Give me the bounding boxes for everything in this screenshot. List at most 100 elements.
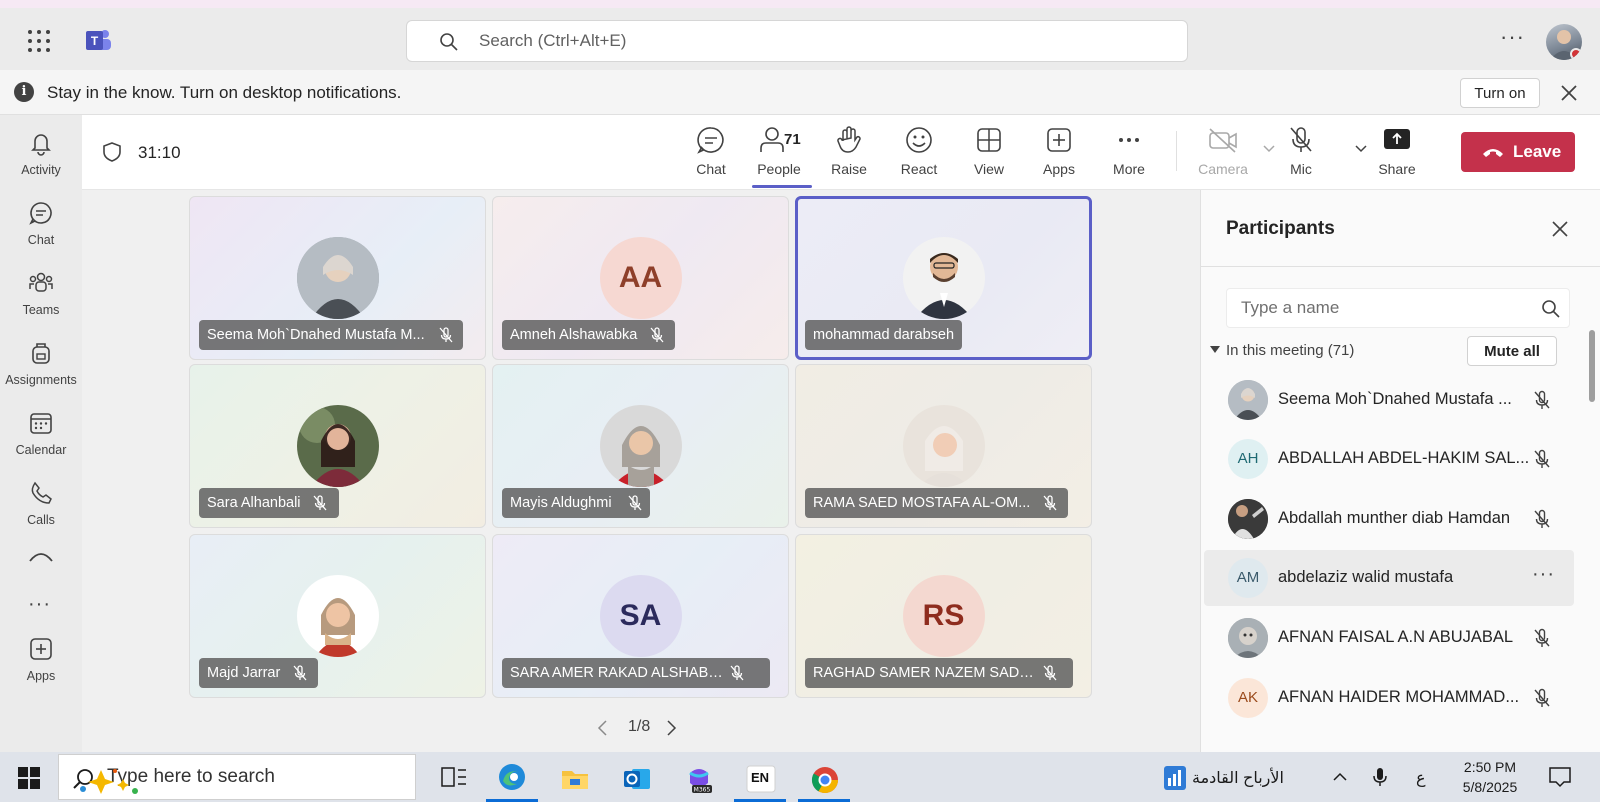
rail-item-assignments[interactable]: Assignments <box>0 331 82 393</box>
app-launcher-icon[interactable] <box>28 30 50 52</box>
participant-list-item[interactable]: Abdallah munther diab Hamdan <box>1204 491 1574 547</box>
participant-list-item[interactable]: AM abdelaziz walid mustafa ··· <box>1204 550 1574 606</box>
participant-photo-icon <box>296 405 379 487</box>
participant-tile[interactable]: Sara Alhanbali <box>189 364 486 528</box>
shield-icon[interactable] <box>102 141 122 163</box>
people-count-badge: 71 <box>784 131 801 148</box>
rail-item-teams[interactable]: Teams <box>0 261 82 323</box>
participant-search-input[interactable] <box>1241 289 1521 327</box>
participant-tile[interactable]: SA SARA AMER RAKAD ALSHABEEB <box>492 534 789 698</box>
participant-tile[interactable]: Seema Moh`Dnahed Mustafa M... <box>189 196 486 360</box>
close-icon[interactable] <box>1551 220 1569 238</box>
apps-button[interactable]: Apps <box>1024 125 1094 187</box>
raise-label: Raise <box>831 161 867 177</box>
file-explorer-icon[interactable] <box>548 757 600 797</box>
view-button[interactable]: View <box>954 125 1024 187</box>
participant-name: AFNAN FAISAL A.N ABUJABAL <box>1278 628 1514 646</box>
mic-off-icon <box>650 327 664 343</box>
mute-all-button[interactable]: Mute all <box>1467 336 1557 366</box>
mic-off-icon <box>439 327 453 343</box>
camera-button[interactable]: Camera <box>1188 125 1258 187</box>
participant-photo-icon <box>1228 499 1268 539</box>
backpack-icon <box>32 343 50 364</box>
hand-icon <box>837 126 861 153</box>
windows-taskbar: M365 EN الأرباح القادمة ع 2:50 PM 5/8/20… <box>0 752 1600 802</box>
participant-search[interactable] <box>1226 288 1570 328</box>
participant-tile[interactable]: RAMA SAED MOSTAFA AL-OM... <box>795 364 1092 528</box>
search-input[interactable] <box>479 21 1159 61</box>
widget-news-text[interactable]: الأرباح القادمة <box>1192 768 1284 788</box>
rail-item-chat[interactable]: Chat <box>0 191 82 253</box>
participant-list-item[interactable]: AH ABDALLAH ABDEL-HAKIM SAL... <box>1204 431 1574 487</box>
m365-copilot-icon[interactable]: M365 <box>672 757 724 797</box>
view-label: View <box>973 161 1005 177</box>
react-button[interactable]: React <box>884 125 954 187</box>
participant-tile[interactable]: Mayis Aldughmi <box>492 364 789 528</box>
more-button[interactable]: More <box>1094 125 1164 187</box>
clock-date[interactable]: 5/8/2025 <box>1456 779 1524 795</box>
rail-item-calls[interactable]: Calls <box>0 471 82 533</box>
rail-label: Assignments <box>5 373 77 387</box>
keyboard-language-icon[interactable]: EN <box>734 757 786 802</box>
participant-list-item[interactable]: AK AFNAN HAIDER MOHAMMAD... <box>1204 670 1574 726</box>
global-search[interactable] <box>406 20 1188 62</box>
participant-list-item[interactable]: Seema Moh`Dnahed Mustafa ... <box>1204 372 1574 428</box>
in-meeting-section-toggle[interactable]: In this meeting (71) <box>1210 342 1354 359</box>
chevron-right-icon[interactable] <box>664 719 678 737</box>
participant-initials: AK <box>1228 678 1268 718</box>
mic-off-icon <box>1534 449 1550 468</box>
participant-tile[interactable]: RS RAGHAD SAMER NAZEM SADA... <box>795 534 1092 698</box>
participant-initials: AM <box>1228 558 1268 598</box>
windows-start-icon[interactable] <box>18 767 40 789</box>
more-label: More <box>1113 161 1145 177</box>
app-header: T ··· <box>0 0 1600 70</box>
rail-item-activity[interactable]: Activity <box>0 121 82 183</box>
chrome-browser-icon[interactable] <box>798 757 850 802</box>
chevron-left-icon[interactable] <box>596 719 610 737</box>
people-label: People <box>757 161 801 177</box>
mic-button[interactable]: Mic <box>1266 125 1336 187</box>
mic-off-icon <box>1534 390 1550 409</box>
notification-center-icon[interactable] <box>1548 766 1572 788</box>
copilot-sparkle-icon <box>80 769 138 794</box>
share-button[interactable]: Share <box>1362 125 1432 187</box>
edge-browser-icon[interactable] <box>486 757 538 802</box>
chevron-up-icon[interactable] <box>1332 770 1348 784</box>
raise-hand-button[interactable]: Raise <box>814 125 884 187</box>
svg-text:T: T <box>91 34 99 48</box>
arc-app-icon[interactable] <box>27 547 55 565</box>
stocks-widget-icon[interactable] <box>1162 764 1188 792</box>
rail-label: Apps <box>26 669 56 683</box>
teams-logo-icon: T <box>86 30 111 50</box>
task-view-icon[interactable] <box>428 757 480 797</box>
scrollbar-thumb[interactable] <box>1589 330 1595 402</box>
participant-name: AFNAN HAIDER MOHAMMAD... <box>1278 688 1520 706</box>
more-options-icon[interactable]: ··· <box>1500 26 1525 48</box>
user-avatar[interactable] <box>1546 24 1582 60</box>
input-language-indicator[interactable]: ع <box>1416 768 1426 788</box>
share-label: Share <box>1378 161 1416 177</box>
microphone-icon[interactable] <box>1372 766 1388 788</box>
rail-item-apps[interactable]: Apps <box>0 627 82 689</box>
participant-tile[interactable]: AA Amneh Alshawabka <box>492 196 789 360</box>
teams-icon <box>29 272 53 292</box>
taskbar-search[interactable] <box>58 754 416 800</box>
people-button[interactable]: 71 People <box>744 125 814 187</box>
participant-list-item[interactable]: AFNAN FAISAL A.N ABUJABAL <box>1204 610 1574 666</box>
clock-time[interactable]: 2:50 PM <box>1460 759 1520 775</box>
participant-tile[interactable]: Majd Jarrar <box>189 534 486 698</box>
search-icon[interactable] <box>1541 299 1561 319</box>
rail-label: Chat <box>27 233 55 247</box>
close-icon[interactable] <box>1558 82 1580 104</box>
leave-button[interactable]: Leave <box>1461 132 1575 172</box>
outlook-icon[interactable] <box>610 757 662 797</box>
more-options-icon[interactable]: ··· <box>1532 564 1555 584</box>
gallery-pager: 1/8 <box>596 716 680 740</box>
mic-off-icon <box>1534 628 1550 647</box>
more-apps-icon[interactable]: ··· <box>28 593 51 616</box>
rail-item-calendar[interactable]: Calendar <box>0 401 82 463</box>
participant-tile-active-speaker[interactable]: mohammad darabseh <box>795 196 1092 360</box>
chat-button[interactable]: Chat <box>676 125 746 187</box>
page-indicator: 1/8 <box>628 718 651 735</box>
turn-on-button[interactable]: Turn on <box>1460 78 1540 108</box>
